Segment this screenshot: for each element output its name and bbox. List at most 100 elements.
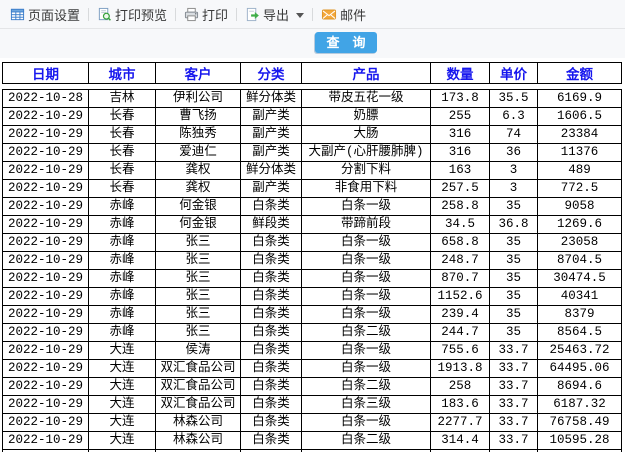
query-button[interactable]: 查 询 (315, 32, 377, 53)
cell-quantity: 2277.7 (430, 413, 490, 432)
report-data-table: 2022-10-28 吉林 伊利公司 鲜分体类 带皮五花一级 173.8 35.5 6169.… (2, 89, 622, 452)
cell-product: 白条三级 (301, 395, 431, 414)
cell-product: 大肠 (301, 125, 431, 144)
cell-product: 白条一级 (301, 287, 431, 306)
cell-amount: 23384 (537, 125, 622, 144)
cell-date: 2022-10-29 (2, 233, 89, 252)
cell-city: 赤峰 (88, 287, 156, 306)
table-row: 2022-10-29 大连 双汇食品公司 白条类 白条一级 1913.8 33.7 64495… (2, 359, 622, 378)
cell-customer: 侯涛 (155, 341, 241, 360)
cell-date: 2022-10-29 (2, 431, 89, 450)
table-row: 2022-10-29 大连 林森公司 白条类 白条一级 2277.7 33.7 76758.4… (2, 413, 622, 432)
cell-amount: 8704.5 (537, 251, 622, 270)
cell-category: 副产类 (240, 125, 302, 144)
cell-customer: 林森公司 (155, 431, 241, 450)
cell-amount: 489 (537, 161, 622, 180)
table-row: 2022-10-29 长春 曹飞扬 副产类 奶膘 255 6.3 1606.5 (2, 107, 622, 126)
cell-amount: 40341 (537, 287, 622, 306)
cell-city: 长春 (88, 125, 156, 144)
cell-unit-price: 33.7 (489, 377, 538, 396)
cell-quantity: 755.6 (430, 341, 490, 360)
cell-quantity: 173.8 (430, 89, 490, 108)
cell-city: 大连 (88, 413, 156, 432)
cell-customer: 伊利公司 (155, 89, 241, 108)
cell-product: 白条二级 (301, 323, 431, 342)
cell-date: 2022-10-29 (2, 179, 89, 198)
cell-amount: 76758.49 (537, 413, 622, 432)
mail-icon (321, 7, 337, 22)
table-row: 2022-10-29 长春 龚权 副产类 非食用下料 257.5 3 772.5 (2, 179, 622, 198)
cell-city: 长春 (88, 161, 156, 180)
cell-date: 2022-10-29 (2, 305, 89, 324)
cell-date: 2022-10-29 (2, 341, 89, 360)
cell-customer: 曹飞扬 (155, 107, 241, 126)
cell-category: 白条类 (240, 413, 302, 432)
cell-product: 白条一级 (301, 269, 431, 288)
export-icon (245, 7, 260, 22)
export-button[interactable]: 导出 (241, 5, 308, 24)
cell-date: 2022-10-29 (2, 215, 89, 234)
cell-customer: 陈独秀 (155, 125, 241, 144)
toolbar: 页面设置 打印预览 打印 导出 邮件 (0, 0, 625, 58)
cell-amount: 8564.5 (537, 323, 622, 342)
table-row: 2022-10-29 赤峰 张三 白条类 白条一级 658.8 35 23058 (2, 233, 622, 252)
toolbar-separator (236, 7, 238, 21)
print-preview-icon (97, 7, 112, 22)
cell-quantity: 316 (430, 125, 490, 144)
cell-category: 鲜段类 (240, 215, 302, 234)
cell-unit-price: 35 (489, 197, 538, 216)
cell-category: 白条类 (240, 251, 302, 270)
cell-quantity: 1913.8 (430, 359, 490, 378)
cell-city: 赤峰 (88, 323, 156, 342)
cell-quantity: 239.4 (430, 305, 490, 324)
cell-category: 白条类 (240, 197, 302, 216)
cell-date: 2022-10-29 (2, 125, 89, 144)
mail-button[interactable]: 邮件 (317, 5, 370, 24)
toolbar-separator (88, 7, 90, 21)
page-setup-button[interactable]: 页面设置 (6, 5, 84, 24)
print-label: 打印 (202, 7, 229, 23)
cell-product: 白条一级 (301, 251, 431, 270)
cell-product: 非食用下料 (301, 179, 431, 198)
cell-unit-price: 3 (489, 161, 538, 180)
cell-amount: 6169.9 (537, 89, 622, 108)
cell-amount: 1269.6 (537, 215, 622, 234)
cell-city: 赤峰 (88, 251, 156, 270)
cell-category: 白条类 (240, 395, 302, 414)
cell-amount: 9058 (537, 197, 622, 216)
table-row: 2022-10-29 大连 双汇食品公司 白条类 白条三级 183.6 33.7 6187.3… (2, 395, 622, 414)
cell-date: 2022-10-29 (2, 287, 89, 306)
report-viewer-window: 页面设置 打印预览 打印 导出 邮件 查 询 日期 城市 客户 分类 产品 数量… (0, 0, 625, 452)
table-row: 2022-10-29 赤峰 张三 白条类 白条二级 244.7 35 8564.5 (2, 323, 622, 342)
cell-unit-price: 33.7 (489, 395, 538, 414)
header-row: 日期 城市 客户 分类 产品 数量 单价 金额 (2, 62, 622, 84)
cell-customer: 张三 (155, 305, 241, 324)
cell-product: 白条一级 (301, 359, 431, 378)
cell-city: 大连 (88, 395, 156, 414)
cell-category: 白条类 (240, 287, 302, 306)
cell-product: 白条一级 (301, 233, 431, 252)
cell-amount: 25463.72 (537, 341, 622, 360)
cell-date: 2022-10-29 (2, 143, 89, 162)
cell-date: 2022-10-29 (2, 107, 89, 126)
cell-product: 分割下料 (301, 161, 431, 180)
cell-quantity: 314.4 (430, 431, 490, 450)
print-preview-button[interactable]: 打印预览 (93, 5, 171, 24)
table-row: 2022-10-29 大连 林森公司 白条类 白条二级 314.4 33.7 10595.28 (2, 431, 622, 450)
table-row: 2022-10-29 长春 陈独秀 副产类 大肠 316 74 23384 (2, 125, 622, 144)
table-row: 2022-10-29 赤峰 张三 白条类 白条一级 870.7 35 30474.5 (2, 269, 622, 288)
cell-city: 赤峰 (88, 215, 156, 234)
table-row: 2022-10-29 长春 爱迪仁 副产类 大副产(心肝腰肺脾) 316 36 11376 (2, 143, 622, 162)
chevron-down-icon[interactable] (296, 12, 305, 18)
page-setup-label: 页面设置 (28, 7, 81, 23)
cell-unit-price: 35 (489, 305, 538, 324)
cell-category: 白条类 (240, 359, 302, 378)
cell-amount: 11376 (537, 143, 622, 162)
cell-unit-price: 74 (489, 125, 538, 144)
cell-unit-price: 35 (489, 233, 538, 252)
cell-city: 大连 (88, 341, 156, 360)
cell-amount: 8694.6 (537, 377, 622, 396)
table-body: 2022-10-28 吉林 伊利公司 鲜分体类 带皮五花一级 173.8 35.5 6169.… (2, 89, 622, 452)
print-button[interactable]: 打印 (180, 5, 232, 24)
cell-category: 副产类 (240, 107, 302, 126)
